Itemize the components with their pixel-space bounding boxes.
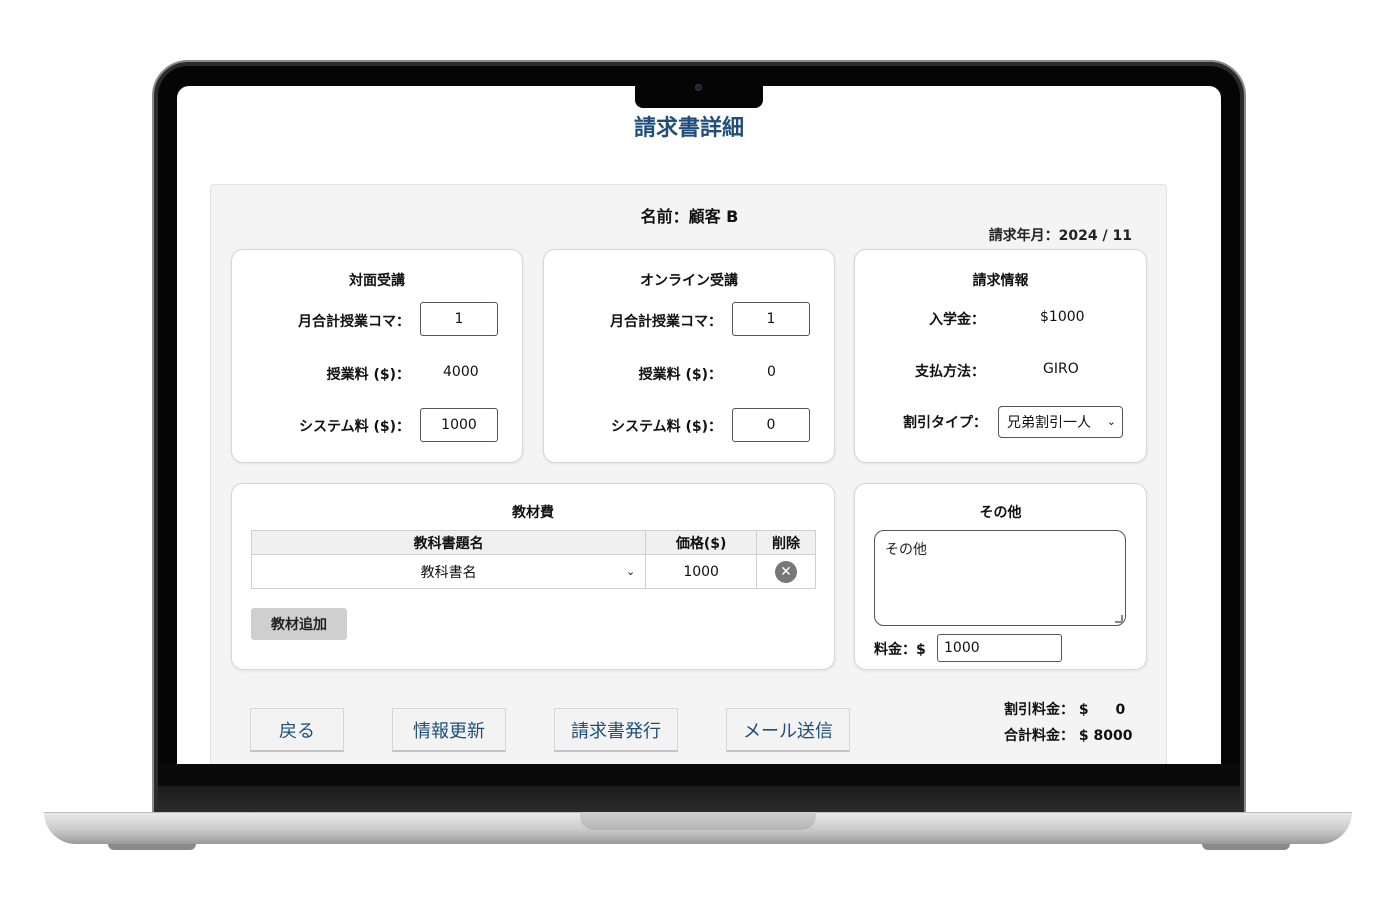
online-card: オンライン受講 月合計授業コマ： 1 授業料 ($)： 0 システム料 ($)：…	[543, 249, 835, 463]
camera-icon	[695, 84, 702, 91]
online-lessons-input[interactable]: 1	[732, 302, 810, 336]
total-amount: 合計料金： $ 8000	[1004, 725, 1132, 745]
table-row: 教科書名 ⌄ 1000 ✕	[250, 554, 816, 589]
in-person-system-fee-label: システム料 ($)：	[299, 419, 410, 435]
price-cell[interactable]: 1000	[645, 554, 758, 589]
discount-amount: 割引料金： $ 0	[1004, 699, 1125, 719]
online-title: オンライン受講	[640, 273, 738, 289]
discount-type-label: 割引タイプ：	[903, 415, 987, 431]
other-card: その他 その他 料金：$ 1000	[854, 483, 1147, 670]
discount-amount-currency: $	[1078, 702, 1089, 718]
online-system-fee-input[interactable]: 0	[732, 408, 810, 442]
laptop-foot-right	[1202, 844, 1290, 850]
other-title: その他	[979, 505, 1022, 521]
discount-type-select[interactable]: 兄弟割引一人 ⌄	[998, 406, 1123, 438]
other-fee-label: 料金：$	[874, 642, 926, 658]
in-person-title: 対面受講	[349, 273, 405, 289]
invoice-panel: 名前：顧客 B 請求年月：2024 / 11 対面受講 月合計授業コマ： 1 授…	[210, 184, 1167, 764]
column-header-textbook: 教科書題名	[250, 530, 647, 555]
screen: 請求書詳細 名前：顧客 B 請求年月：2024 / 11 対面受講 月合計授業コ…	[177, 86, 1221, 764]
admission-fee-value: $1000	[1040, 309, 1085, 325]
billing-info-card: 請求情報 入学金： $1000 支払方法： GIRO 割引タイプ： 兄弟割引一人…	[854, 249, 1147, 463]
column-header-delete: 削除	[756, 530, 816, 555]
laptop-foot-left	[108, 844, 196, 850]
customer-name: 名前：顧客 B	[640, 207, 739, 226]
total-amount-label: 合計料金：	[1004, 728, 1074, 744]
issue-invoice-button[interactable]: 請求書発行	[554, 708, 678, 752]
laptop-lower-bezel	[158, 764, 1240, 786]
back-button[interactable]: 戻る	[250, 708, 344, 752]
update-info-button[interactable]: 情報更新	[392, 708, 506, 752]
chevron-down-icon: ⌄	[626, 565, 636, 578]
online-tuition-value: 0	[767, 364, 776, 380]
laptop-hinge	[158, 786, 1240, 814]
discount-amount-label: 割引料金：	[1004, 702, 1074, 718]
payment-method-label: 支払方法：	[915, 364, 985, 380]
other-note-placeholder: その他	[885, 542, 927, 558]
send-email-button[interactable]: メール送信	[726, 708, 850, 752]
billing-info-title: 請求情報	[972, 273, 1029, 289]
admission-fee-label: 入学金：	[929, 312, 985, 328]
materials-card: 教材費 教科書題名 価格($) 削除 教科書名 ⌄ 1000 ✕ 教材追加	[231, 483, 835, 670]
materials-title: 教材費	[512, 505, 554, 521]
delete-circle-icon[interactable]: ✕	[775, 560, 798, 583]
chevron-down-icon: ⌄	[1106, 415, 1116, 428]
online-system-fee-label: システム料 ($)：	[611, 419, 722, 435]
other-fee-input[interactable]: 1000	[937, 634, 1062, 662]
resize-handle-icon[interactable]	[1115, 615, 1123, 623]
textbook-select[interactable]: 教科書名 ⌄	[250, 554, 647, 589]
total-amount-value: $ 8000	[1078, 728, 1133, 744]
other-note-textarea[interactable]: その他	[874, 530, 1126, 626]
in-person-tuition-value: 4000	[443, 364, 479, 380]
in-person-tuition-label: 授業料 ($)：	[326, 367, 410, 383]
discount-type-value: 兄弟割引一人	[1007, 415, 1091, 431]
in-person-card: 対面受講 月合計授業コマ： 1 授業料 ($)： 4000 システム料 ($)：…	[231, 249, 523, 463]
materials-table-header: 教科書題名 価格($) 削除	[250, 530, 816, 555]
billing-month: 請求年月：2024 / 11	[988, 228, 1132, 244]
price-value: 1000	[683, 563, 719, 580]
discount-amount-value: 0	[1115, 702, 1126, 718]
add-material-button[interactable]: 教材追加	[251, 608, 347, 640]
materials-table: 教科書題名 価格($) 削除 教科書名 ⌄ 1000 ✕	[250, 530, 816, 589]
delete-cell: ✕	[756, 554, 816, 589]
page-title: 請求書詳細	[633, 116, 744, 141]
textbook-select-value: 教科書名	[420, 564, 477, 581]
laptop-base-notch	[580, 812, 816, 830]
in-person-lessons-input[interactable]: 1	[420, 302, 498, 336]
column-header-price: 価格($)	[645, 530, 758, 555]
in-person-system-fee-input[interactable]: 1000	[420, 408, 498, 442]
in-person-lessons-label: 月合計授業コマ：	[298, 314, 410, 330]
online-lessons-label: 月合計授業コマ：	[610, 314, 722, 330]
online-tuition-label: 授業料 ($)：	[638, 367, 722, 383]
payment-method-value: GIRO	[1043, 361, 1079, 377]
